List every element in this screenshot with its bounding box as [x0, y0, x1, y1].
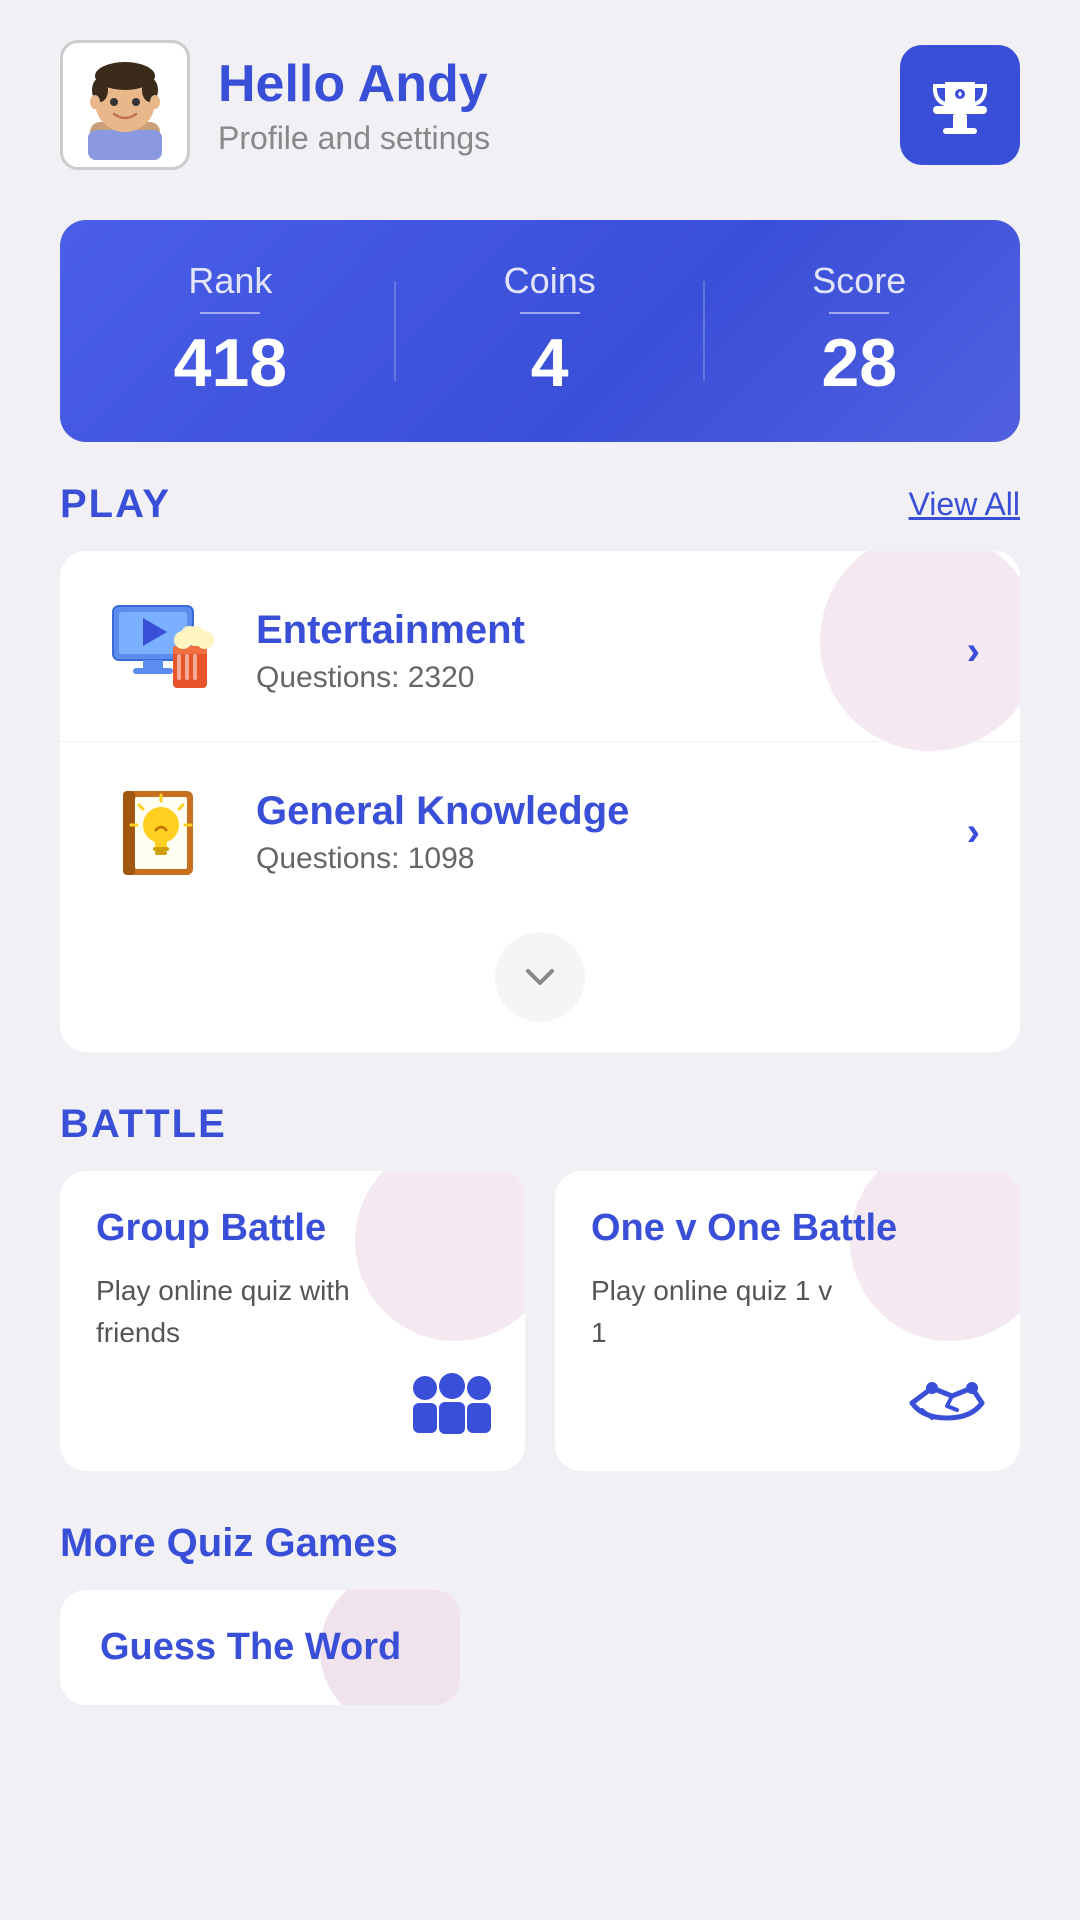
stat-separator-2 — [703, 281, 705, 381]
general-knowledge-text: General Knowledge Questions: 1098 — [256, 789, 967, 876]
entertainment-questions: Questions: 2320 — [256, 661, 967, 695]
rank-stat: Rank 418 — [174, 260, 287, 402]
one-v-one-icon — [902, 1368, 992, 1443]
coins-label: Coins — [504, 260, 596, 302]
score-value: 28 — [821, 324, 897, 402]
coins-stat: Coins 4 — [504, 260, 596, 402]
score-stat: Score 28 — [812, 260, 906, 402]
group-battle-title: Group Battle — [96, 1207, 489, 1250]
rank-divider — [200, 312, 260, 314]
group-battle-card[interactable]: Group Battle Play online quiz with frien… — [60, 1171, 525, 1471]
greeting-text: Hello Andy — [218, 54, 490, 114]
expand-button[interactable] — [495, 932, 585, 1022]
more-section: More Quiz Games Guess The Word — [0, 1521, 1080, 1705]
stat-separator-1 — [394, 281, 396, 381]
trophy-button[interactable] — [900, 45, 1020, 165]
play-card: Entertainment Questions: 2320 › — [60, 551, 1020, 1052]
group-battle-decoration — [355, 1171, 525, 1341]
entertainment-item[interactable]: Entertainment Questions: 2320 › — [60, 561, 1020, 741]
header-text: Hello Andy Profile and settings — [218, 54, 490, 157]
one-v-one-decoration — [850, 1171, 1020, 1341]
stats-card: Rank 418 Coins 4 Score 28 — [60, 220, 1020, 442]
general-knowledge-icon — [100, 772, 220, 892]
entertainment-icon — [100, 591, 220, 711]
group-battle-icon — [407, 1368, 497, 1443]
entertainment-title: Entertainment — [256, 608, 967, 653]
one-v-one-battle-card[interactable]: One v One Battle Play online quiz 1 v 1 — [555, 1171, 1020, 1471]
one-v-one-desc: Play online quiz 1 v 1 — [591, 1270, 851, 1354]
play-section-header: PLAY View All — [0, 482, 1080, 527]
guess-the-word-title: Guess The Word — [100, 1626, 401, 1669]
header: Hello Andy Profile and settings — [0, 0, 1080, 200]
entertainment-chevron-icon: › — [967, 629, 980, 674]
group-battle-desc: Play online quiz with friends — [96, 1270, 356, 1354]
header-left: Hello Andy Profile and settings — [60, 40, 490, 170]
rank-label: Rank — [188, 260, 272, 302]
guess-the-word-card[interactable]: Guess The Word — [60, 1590, 460, 1705]
avatar[interactable] — [60, 40, 190, 170]
score-label: Score — [812, 260, 906, 302]
profile-subtitle: Profile and settings — [218, 120, 490, 157]
general-knowledge-chevron-icon: › — [967, 810, 980, 855]
entertainment-text: Entertainment Questions: 2320 — [256, 608, 967, 695]
battle-title: BATTLE — [60, 1102, 227, 1147]
more-title: More Quiz Games — [60, 1521, 1020, 1566]
general-knowledge-questions: Questions: 1098 — [256, 842, 967, 876]
view-all-button[interactable]: View All — [909, 486, 1020, 523]
general-knowledge-title: General Knowledge — [256, 789, 967, 834]
coins-divider — [520, 312, 580, 314]
one-v-one-title: One v One Battle — [591, 1207, 984, 1250]
rank-value: 418 — [174, 324, 287, 402]
play-title: PLAY — [60, 482, 171, 527]
battle-section-header: BATTLE — [0, 1102, 1080, 1147]
coins-value: 4 — [531, 324, 569, 402]
battle-grid: Group Battle Play online quiz with frien… — [60, 1171, 1020, 1471]
general-knowledge-item[interactable]: General Knowledge Questions: 1098 › — [60, 741, 1020, 922]
score-divider — [829, 312, 889, 314]
